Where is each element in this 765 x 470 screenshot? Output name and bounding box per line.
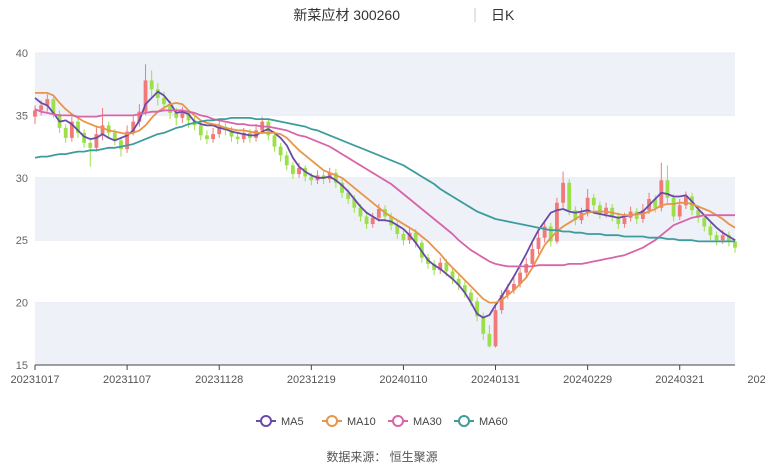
legend-marker-icon bbox=[260, 415, 272, 427]
candle bbox=[561, 171, 565, 208]
candle-body bbox=[622, 217, 627, 224]
x-tick-label: 20231219 bbox=[287, 374, 336, 386]
grid-band bbox=[35, 53, 735, 116]
legend-item-ma60[interactable]: MA60 bbox=[454, 415, 508, 428]
candle-body bbox=[561, 182, 565, 203]
legend-marker-icon bbox=[326, 415, 338, 427]
x-tick-label: 20240321 bbox=[655, 374, 704, 386]
legend-item-ma10[interactable]: MA10 bbox=[322, 415, 376, 428]
candle-body bbox=[198, 125, 203, 136]
kline-chart: 新菜应材 300260 日K 15 20 25 30 35 40 20231017 2023… bbox=[0, 0, 765, 465]
candle-body bbox=[211, 134, 215, 140]
candle-body bbox=[235, 136, 240, 140]
candle-body bbox=[598, 205, 602, 214]
candle-body bbox=[63, 127, 68, 138]
legend-item-ma30[interactable]: MA30 bbox=[388, 415, 442, 428]
grid-band bbox=[35, 302, 735, 365]
y-tick-label: 15 bbox=[16, 360, 28, 372]
candle bbox=[125, 125, 130, 153]
candle-body bbox=[309, 176, 314, 181]
candle-body bbox=[290, 165, 295, 175]
y-axis: 15 20 25 30 35 40 bbox=[16, 48, 28, 372]
candle-body bbox=[714, 235, 719, 241]
candle-body bbox=[376, 209, 381, 218]
legend-marker-icon bbox=[458, 415, 470, 427]
candle-body bbox=[493, 310, 498, 347]
candle-body bbox=[272, 135, 277, 147]
x-tick-label: 20240412 bbox=[747, 374, 765, 386]
x-tick-label: 20231017 bbox=[11, 374, 60, 386]
legend-item-ma5[interactable]: MA5 bbox=[256, 415, 304, 428]
x-tick-label: 20231107 bbox=[103, 374, 151, 386]
x-tick-label: 20231128 bbox=[195, 374, 243, 386]
candle-body bbox=[119, 140, 123, 150]
legend-label: MA30 bbox=[413, 416, 442, 428]
candle bbox=[82, 129, 87, 148]
candle-body bbox=[401, 233, 406, 241]
candle bbox=[63, 124, 68, 143]
x-tick-label: 20240229 bbox=[563, 374, 612, 386]
candle-body bbox=[284, 155, 289, 166]
candle-body bbox=[530, 248, 535, 264]
candle bbox=[665, 165, 670, 203]
y-tick-label: 35 bbox=[16, 110, 28, 122]
candle bbox=[567, 179, 572, 216]
legend[interactable]: MA5 MA10 MA30 MA60 bbox=[256, 415, 508, 428]
candle-body bbox=[205, 135, 209, 140]
candle-body bbox=[364, 216, 369, 224]
candle bbox=[278, 142, 283, 162]
candle-body bbox=[677, 205, 682, 217]
candle-body bbox=[733, 241, 737, 248]
x-tick-label: 20240131 bbox=[471, 374, 520, 386]
candle-body bbox=[370, 217, 375, 224]
chart-header: 新菜应材 300260 日K bbox=[293, 7, 515, 23]
candle-body bbox=[149, 80, 154, 90]
candle-body bbox=[33, 110, 37, 117]
candle-body bbox=[162, 97, 166, 105]
candle-body bbox=[88, 142, 93, 148]
candle bbox=[217, 120, 222, 138]
legend-label: MA60 bbox=[479, 416, 508, 428]
legend-label: MA5 bbox=[281, 416, 304, 428]
period-label: 日K bbox=[491, 7, 515, 23]
candle bbox=[69, 116, 74, 142]
candle-body bbox=[278, 146, 283, 156]
candle-body bbox=[39, 105, 44, 111]
candle bbox=[235, 132, 240, 145]
candle-body bbox=[481, 316, 486, 334]
candle bbox=[88, 140, 93, 167]
candle-body bbox=[100, 125, 105, 135]
candle bbox=[205, 130, 209, 145]
y-tick-label: 25 bbox=[16, 235, 28, 247]
data-source: 数据来源： 恒生聚源 bbox=[326, 449, 437, 464]
legend-marker-icon bbox=[392, 415, 404, 427]
candle-body bbox=[555, 202, 559, 242]
candle bbox=[493, 305, 498, 348]
legend-label: MA10 bbox=[347, 416, 376, 428]
candle bbox=[438, 257, 443, 274]
candle-body bbox=[536, 237, 541, 249]
candle bbox=[284, 151, 289, 171]
stock-title: 新菜应材 300260 bbox=[293, 7, 400, 23]
candle-body bbox=[671, 197, 676, 217]
x-tick-label: 20240110 bbox=[379, 374, 427, 386]
candle-body bbox=[487, 333, 492, 347]
candle-body bbox=[567, 182, 572, 211]
candle-body bbox=[708, 226, 713, 236]
candle bbox=[211, 127, 215, 143]
y-tick-label: 20 bbox=[16, 298, 28, 310]
x-axis: 20231017 20231107 20231128 20231219 20240110… bbox=[11, 364, 765, 386]
y-tick-label: 30 bbox=[16, 173, 28, 185]
candle-body bbox=[702, 217, 707, 227]
candle-body bbox=[591, 197, 596, 206]
candle-body bbox=[720, 235, 725, 241]
candle bbox=[290, 161, 295, 180]
candle-body bbox=[524, 263, 529, 273]
candle bbox=[432, 260, 437, 276]
candle bbox=[555, 197, 559, 244]
chart-svg: 新菜应材 300260 日K 152025303540 20231017 2023… bbox=[11, 7, 765, 464]
y-tick-label: 40 bbox=[16, 48, 28, 60]
